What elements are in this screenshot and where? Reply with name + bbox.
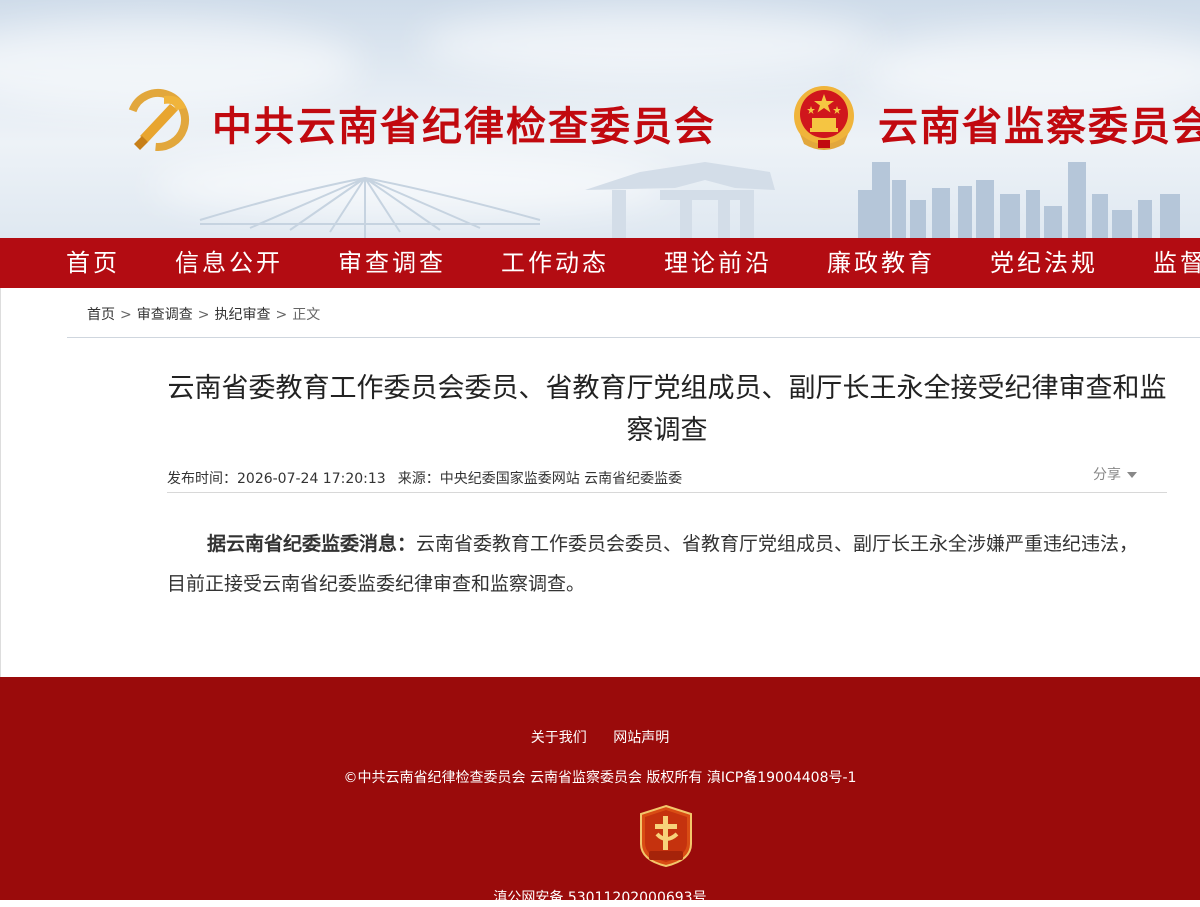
- breadcrumb-home-link[interactable]: 首页: [87, 307, 115, 323]
- party-government-badge-icon[interactable]: [639, 804, 693, 868]
- publish-time: 2026-07-24 17:20:13: [237, 471, 386, 487]
- share-button[interactable]: 分享: [1093, 464, 1137, 484]
- cloud-decoration: [420, 10, 880, 80]
- nav-item-theory-frontier[interactable]: 理论前沿: [664, 238, 772, 288]
- breadcrumb-separator: >: [120, 307, 132, 323]
- share-label: 分享: [1093, 467, 1121, 483]
- chevron-down-icon: [1127, 472, 1137, 478]
- breadcrumb-separator: >: [275, 307, 288, 323]
- police-record-text[interactable]: 滇公网安备 53011202000693号: [0, 887, 1200, 907]
- party-emblem-icon: [128, 89, 189, 151]
- breadcrumb-current: 正文: [292, 307, 321, 323]
- publish-time-label: 发布时间：: [167, 471, 237, 487]
- divider: [167, 492, 1167, 493]
- article-body: 据云南省纪委监委消息：云南省委教育工作委员会委员、省教育厅党组成员、副厅长王永全…: [167, 524, 1157, 604]
- footer: 关于我们 网站声明 ©中共云南省纪律检查委员会 云南省监察委员会 版权所有 滇I…: [0, 677, 1200, 906]
- org-title-discipline-commission: 中共云南省纪律检查委员会: [212, 104, 716, 150]
- article-lead: 据云南省纪委监委消息：: [207, 533, 417, 555]
- main-nav: 首页 信息公开 审查调查 工作动态 理论前沿 廉政教育 党纪法规 监督: [0, 238, 1200, 288]
- article-container: 首页 > 审查调查 > 执纪审查 > 正文 云南省委教育工作委员会委员、省教育厅党组成员、副…: [0, 288, 1200, 677]
- copyright-text: ©中共云南省纪律检查委员会 云南省监察委员会 版权所有 滇ICP备1900440…: [343, 770, 857, 786]
- nav-item-info-disclosure[interactable]: 信息公开: [175, 238, 283, 288]
- article-meta: 发布时间：2026-07-24 17:20:13 来源：中央纪委国家监委网站 云南…: [167, 468, 682, 488]
- city-skyline-illustration: [199, 162, 1180, 238]
- header-banner: 中共云南省纪律检查委员会 云南省监察委员会: [0, 0, 1200, 238]
- breadcrumb-separator: >: [197, 307, 210, 323]
- breadcrumb-discipline-link[interactable]: 执纪审查: [214, 307, 270, 323]
- nav-item-home[interactable]: 首页: [66, 238, 120, 288]
- footer-link-statement[interactable]: 网站声明: [613, 730, 669, 746]
- article-source: 中央纪委国家监委网站 云南省纪委监委: [439, 471, 683, 487]
- national-emblem-icon: [794, 86, 854, 150]
- breadcrumb: 首页 > 审查调查 > 执纪审查 > 正文: [87, 304, 320, 324]
- nav-item-review-investigation[interactable]: 审查调查: [338, 238, 446, 288]
- divider: [67, 337, 1200, 338]
- nav-item-integrity-education[interactable]: 廉政教育: [827, 238, 935, 288]
- nav-item-work-news[interactable]: 工作动态: [501, 238, 609, 288]
- nav-item-supervision[interactable]: 监督: [1153, 238, 1200, 288]
- nav-item-party-regulations[interactable]: 党纪法规: [990, 238, 1098, 288]
- article-title: 云南省委教育工作委员会委员、省教育厅党组成员、副厅长王永全接受纪律审查和监察调查: [167, 373, 1167, 446]
- breadcrumb-review-link[interactable]: 审查调查: [137, 307, 193, 323]
- source-label: 来源：: [397, 471, 440, 487]
- footer-links: 关于我们 网站声明: [0, 727, 1200, 747]
- org-title-supervision-commission: 云南省监察委员会: [878, 104, 1200, 150]
- footer-link-about[interactable]: 关于我们: [531, 730, 587, 746]
